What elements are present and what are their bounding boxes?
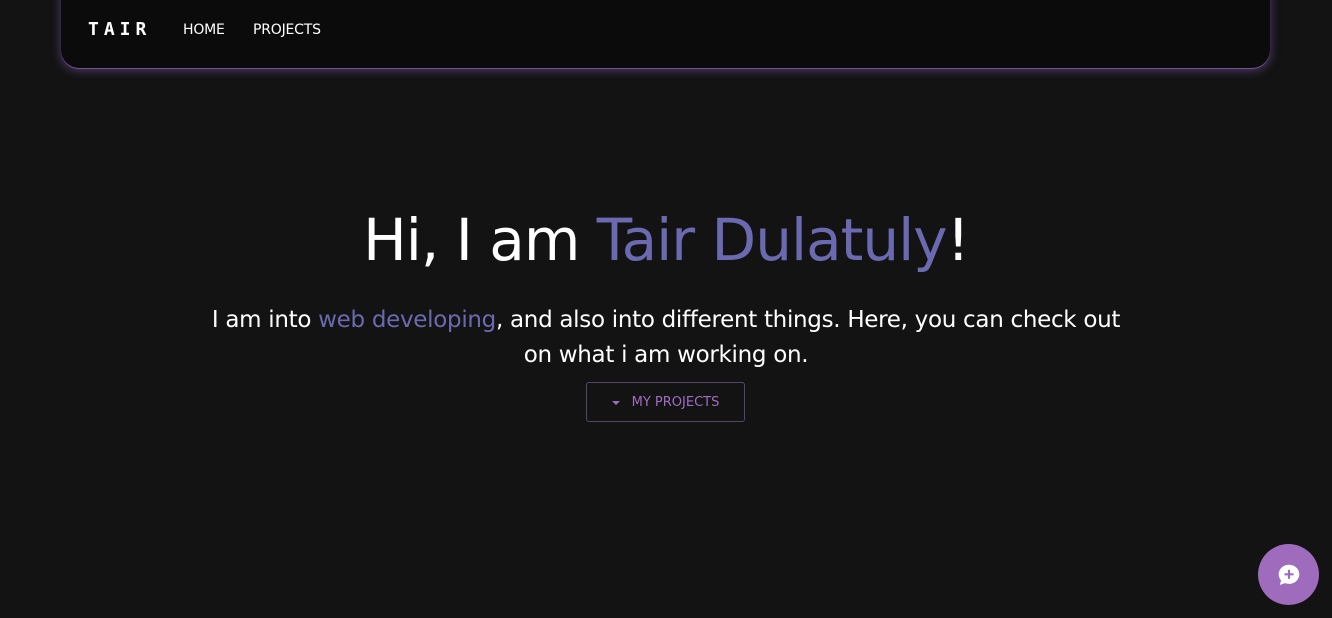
chat-plus-icon bbox=[1278, 564, 1299, 585]
hero-subtitle-highlight: web developing bbox=[318, 307, 496, 333]
hero-title-prefix: Hi, I am bbox=[363, 206, 597, 274]
my-projects-button-label: MY PROJECTS bbox=[631, 394, 720, 410]
chat-button[interactable] bbox=[1258, 544, 1319, 605]
my-projects-button[interactable]: MY PROJECTS bbox=[586, 382, 745, 422]
page: TAIR HOME PROJECTS Hi, I am Tair Dulatul… bbox=[0, 0, 1332, 618]
nav-link-projects[interactable]: PROJECTS bbox=[253, 20, 321, 40]
hero-subtitle-prefix: I am into bbox=[211, 307, 319, 333]
hero-subtitle: I am into web developing, and also into … bbox=[200, 303, 1132, 373]
hero-title-name: Tair Dulatuly bbox=[596, 206, 948, 274]
top-navbar: TAIR HOME PROJECTS bbox=[61, 0, 1270, 68]
brand-logo[interactable]: TAIR bbox=[88, 19, 151, 41]
nav-link-home[interactable]: HOME bbox=[183, 20, 225, 40]
hero-title-suffix: ! bbox=[946, 206, 970, 274]
hero-title: Hi, I am Tair Dulatuly! bbox=[0, 200, 1332, 280]
caret-down-icon bbox=[611, 400, 620, 405]
hero-subtitle-suffix: , and also into different things. Here, … bbox=[495, 307, 1121, 368]
